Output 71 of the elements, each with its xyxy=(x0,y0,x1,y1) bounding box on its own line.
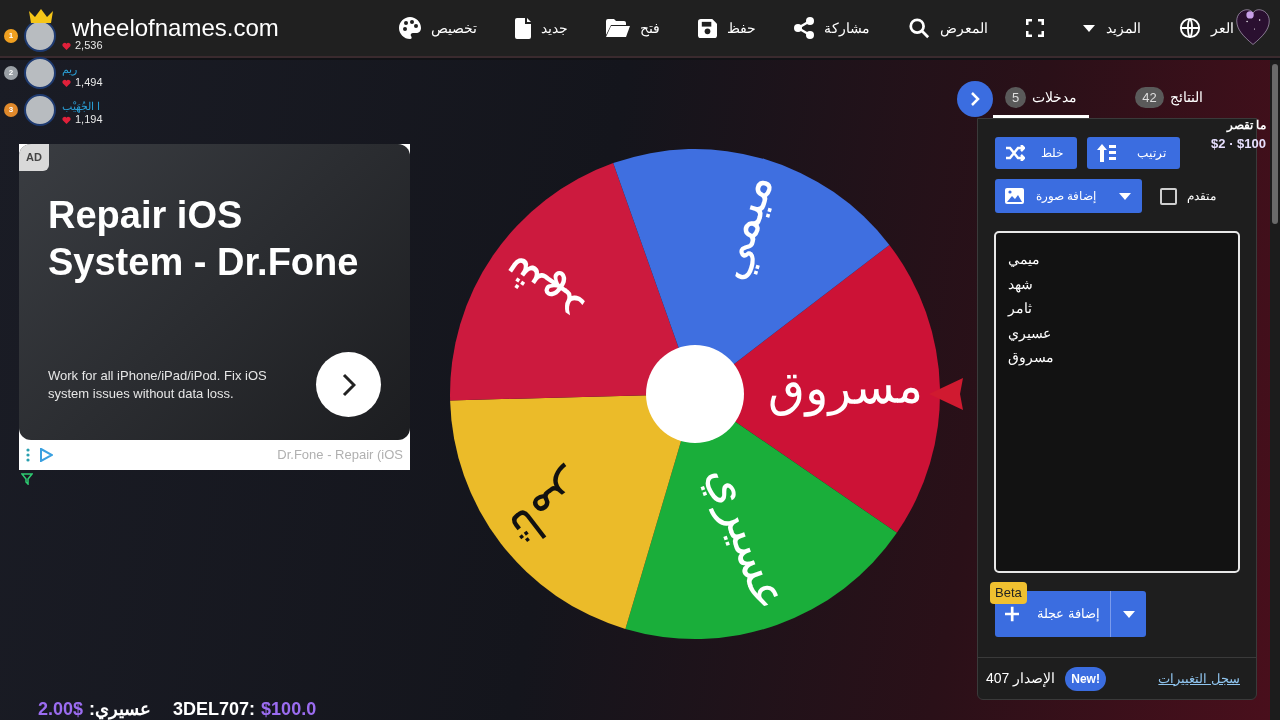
folder-icon xyxy=(606,19,630,37)
sort-button[interactable]: ترتيب xyxy=(1087,137,1180,169)
nav-menu-item[interactable]: جديد xyxy=(515,17,568,39)
beta-badge: Beta xyxy=(990,582,1027,604)
dropdown-button[interactable] xyxy=(1111,591,1146,637)
file-icon xyxy=(515,17,531,39)
heart-icon xyxy=(62,78,71,87)
scrollbar[interactable] xyxy=(1270,60,1280,720)
play-triangle-icon[interactable] xyxy=(40,448,53,462)
share-icon xyxy=(794,17,814,39)
sort-arrows-icon xyxy=(1097,144,1117,162)
nav-menu-item[interactable]: تخصيص xyxy=(399,17,477,39)
goal-title: ما تقصر xyxy=(1226,117,1266,134)
donor-name: 3DEL707: xyxy=(173,698,256,720)
plus-icon xyxy=(1005,606,1020,622)
advertisement[interactable]: AD Repair iOS System - Dr.Fone Work for all iPhone/iPad/iPod. Fix iOS system issues without data loss. Dr.Fone - Repair (iOS xyxy=(19,144,410,470)
add-image-button[interactable]: إضافة صورة xyxy=(995,179,1143,213)
chevron-right-icon xyxy=(970,91,980,107)
goal-range: $2 · $100 xyxy=(1211,135,1266,153)
new-badge: New! xyxy=(1065,666,1106,691)
ad-title: Repair iOS System - Dr.Fone xyxy=(48,193,360,285)
wheel-entry-label: شهد xyxy=(489,244,594,340)
pointer-arrow-icon xyxy=(929,377,965,411)
nav-menu-item[interactable]: حفظ xyxy=(698,17,756,39)
fullscreen-icon xyxy=(1026,19,1044,37)
wheel-entry-label: عسيري xyxy=(697,457,801,618)
globe-icon xyxy=(1179,17,1201,39)
donor-name: عسيري: xyxy=(89,698,152,720)
entries-text-field[interactable]: ميمي شهد ثامر عسيري مسروق xyxy=(994,231,1240,573)
ad-label: AD xyxy=(19,144,49,171)
shuffle-icon xyxy=(1005,145,1025,161)
caret-icon xyxy=(1118,191,1133,201)
caret-icon xyxy=(1082,23,1096,33)
changelog-link[interactable]: سجل التغييرات xyxy=(1158,668,1240,689)
shuffle-button[interactable]: خلط xyxy=(995,137,1077,169)
filter-funnel-icon xyxy=(21,473,33,485)
nav-menu-item[interactable]: فتح xyxy=(606,17,660,39)
nav-menu-item[interactable]: مشاركة xyxy=(794,17,870,39)
advanced-checkbox[interactable]: متقدم xyxy=(1160,187,1217,205)
count-badge: 5 xyxy=(1004,86,1027,109)
ad-description: Work for all iPhone/iPad/iPod. Fix iOS system issues without data loss. xyxy=(48,366,268,403)
ad-source: Dr.Fone - Repair (iOS xyxy=(277,446,403,465)
version-text: الإصدار 407 xyxy=(986,669,1056,689)
like-count: 2,536 xyxy=(75,39,103,52)
viewer-name: ا الجُهَيْب xyxy=(62,100,102,113)
nav-menu-item[interactable]: المعرض xyxy=(908,17,988,39)
nav-menu-item[interactable]: العر xyxy=(1179,17,1234,39)
fullscreen-button[interactable] xyxy=(1026,19,1044,37)
like-count: 1,194 xyxy=(75,113,103,126)
palette-icon xyxy=(399,17,421,39)
spinning-wheel[interactable]: مسروق عسيري ثامر شهد ميمي xyxy=(445,144,945,644)
chevron-right-icon xyxy=(341,372,356,397)
heart-icon xyxy=(62,41,71,50)
wheel-entry-label: ثامر xyxy=(498,464,597,558)
donation-amount: $100.0 xyxy=(261,698,317,720)
search-icon xyxy=(908,17,930,39)
heart-bubble-sticker-drawing xyxy=(1236,6,1270,46)
checkbox-square[interactable] xyxy=(1160,187,1178,205)
site-logo[interactable]: wheelofnames.com xyxy=(72,18,279,38)
like-count: 1,494 xyxy=(75,76,103,89)
count-badge: 42 xyxy=(1135,86,1164,109)
wheel-entry-label: ميمي xyxy=(699,166,784,286)
donation-amount: 2.00$ xyxy=(38,698,84,720)
image-icon xyxy=(1005,188,1024,204)
nav-menu-item[interactable]: المزيد xyxy=(1082,17,1141,39)
heart-icon xyxy=(62,115,71,124)
wheel-entry-label: مسروق xyxy=(766,357,924,418)
collapse-panel-button[interactable] xyxy=(957,81,993,117)
caret-icon xyxy=(1121,609,1136,619)
viewer-name: ريم xyxy=(62,63,78,76)
more-options-icon[interactable] xyxy=(26,448,30,462)
